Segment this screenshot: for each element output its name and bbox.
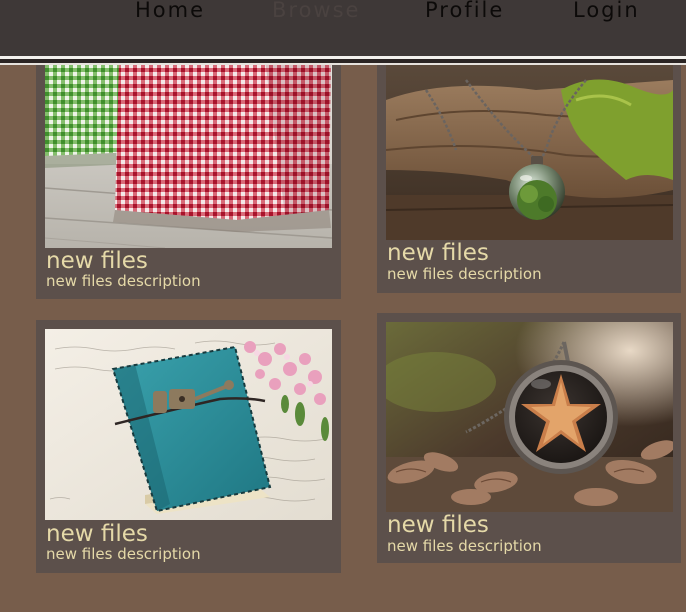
file-card[interactable]: new files new files description [36, 320, 341, 573]
file-card[interactable]: new files new files description [377, 45, 681, 293]
card-description: new files description [46, 272, 201, 290]
file-card[interactable]: new files new files description [377, 313, 681, 563]
nav-login-link[interactable]: Login [573, 0, 640, 22]
card-thumbnail[interactable] [386, 322, 673, 512]
card-description: new files description [387, 265, 542, 283]
card-thumbnail[interactable] [45, 329, 332, 520]
card-description: new files description [46, 545, 201, 563]
navbar-divider [0, 63, 686, 65]
card-title[interactable]: new files [387, 514, 489, 537]
card-thumbnail[interactable] [386, 60, 673, 240]
card-description: new files description [387, 537, 542, 555]
card-title[interactable]: new files [46, 250, 148, 273]
file-card[interactable]: new files new files description [36, 45, 341, 299]
nav-home-link[interactable]: Home [135, 0, 205, 22]
card-title[interactable]: new files [387, 242, 489, 265]
nav-browse-link[interactable]: Browse [272, 0, 360, 22]
card-title[interactable]: new files [46, 523, 148, 546]
page: Home Browse Profile Login new files new … [0, 0, 686, 612]
navbar: Home Browse Profile Login [0, 0, 686, 56]
card-thumbnail[interactable] [45, 60, 332, 248]
nav-profile-link[interactable]: Profile [425, 0, 504, 22]
